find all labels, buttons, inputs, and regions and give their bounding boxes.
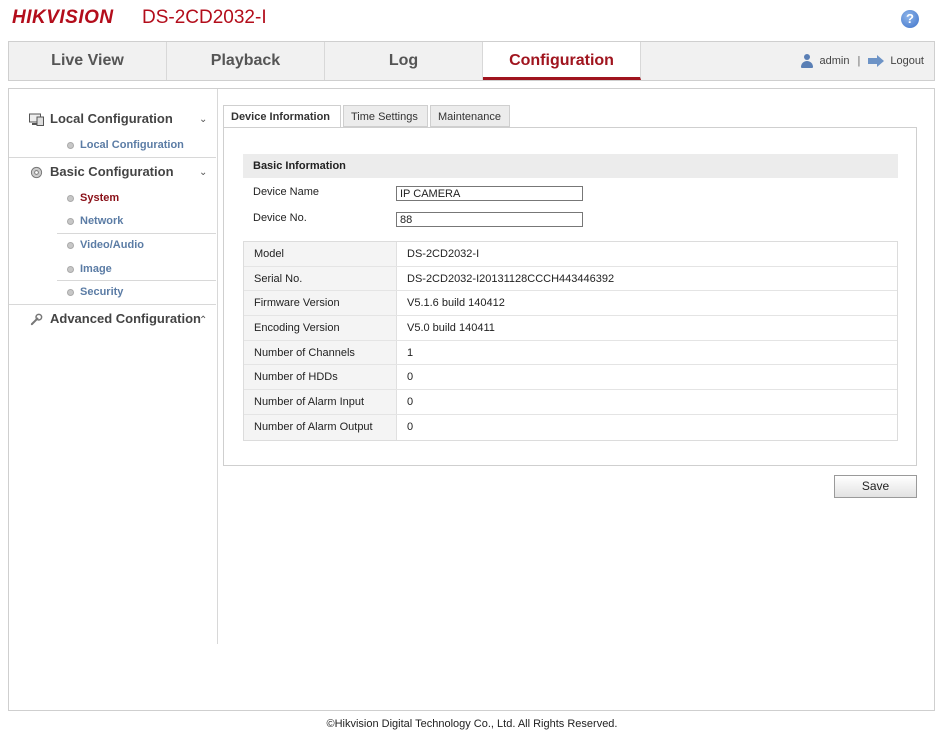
row-label: Number of Alarm Input (244, 390, 397, 414)
nav-tab-log[interactable]: Log (325, 42, 483, 80)
device-model-title: DS-2CD2032-I (142, 7, 267, 28)
table-row: Number of Channels 1 (244, 340, 897, 366)
row-label: Number of Alarm Output (244, 414, 397, 440)
row-value: 1 (407, 346, 414, 359)
table-row: Model DS-2CD2032-I (244, 242, 897, 267)
sidebar-item-label: Video/Audio (80, 239, 144, 251)
table-row: Serial No. DS-2CD2032-I20131128CCCH443446… (244, 266, 897, 292)
sidebar-item-network[interactable]: Network (67, 215, 123, 227)
sidebar-section-local-configuration[interactable]: Local Configuration (29, 111, 173, 127)
basic-information-heading: Basic Information (243, 154, 898, 178)
sidebar-section-basic-configuration[interactable]: Basic Configuration (29, 164, 174, 179)
sidebar-item-local-configuration[interactable]: Local Configuration (67, 139, 184, 151)
chevron-down-icon[interactable]: ⌄ (199, 114, 207, 125)
sidebar-item-image[interactable]: Image (67, 263, 112, 275)
divider (57, 233, 216, 234)
device-name-label: Device Name (253, 186, 320, 198)
logout-link[interactable]: Logout (890, 42, 924, 80)
user-separator: | (857, 55, 861, 68)
help-icon[interactable]: ? (901, 10, 919, 28)
user-box: admin | Logout (800, 42, 924, 80)
sidebar-item-label: Network (80, 215, 124, 227)
chevron-up-icon[interactable]: ⌃ (199, 315, 207, 326)
row-value: 0 (407, 420, 414, 433)
gear-icon (30, 166, 43, 179)
row-label: Number of HDDs (244, 365, 397, 390)
sidebar-section-label: Advanced Configuration (50, 311, 201, 326)
chevron-down-icon[interactable]: ⌄ (199, 167, 207, 178)
row-label: Model (244, 242, 397, 266)
tab-time-settings[interactable]: Time Settings (343, 105, 428, 127)
nav-tab-configuration[interactable]: Configuration (483, 42, 641, 80)
bullet-icon (67, 194, 74, 202)
logout-icon[interactable] (868, 55, 885, 68)
sidebar-item-security[interactable]: Security (67, 286, 123, 298)
divider (57, 280, 216, 281)
device-no-label: Device No. (253, 212, 307, 224)
sidebar-section-label: Local Configuration (50, 111, 173, 126)
bullet-icon (67, 288, 74, 296)
sidebar-item-label: Image (80, 263, 112, 275)
tab-device-information[interactable]: Device Information (223, 105, 341, 128)
row-value: DS-2CD2032-I (407, 248, 480, 260)
device-info-table: Model DS-2CD2032-I Serial No. DS-2CD2032-I… (243, 241, 898, 441)
row-value: V5.0 build 140411 (407, 322, 495, 335)
device-no-input[interactable] (396, 212, 583, 227)
sidebar-item-label: Security (80, 286, 124, 298)
table-row: Number of Alarm Input 0 (244, 390, 897, 415)
divider (9, 157, 216, 158)
table-row: Firmware Version V5.1.6 build 140412 (244, 291, 897, 317)
nav-tab-live-view[interactable]: Live View (9, 42, 167, 80)
sidebar-section-label: Basic Configuration (50, 164, 174, 179)
user-icon (800, 54, 814, 69)
hikvision-logo: HIKVISION (12, 7, 114, 28)
monitor-icon (29, 113, 44, 127)
row-value: V5.1.6 build 140412 (407, 297, 505, 310)
main-content: Local Configuration ⌄ Local Configuratio… (8, 88, 935, 711)
device-name-input[interactable] (396, 186, 583, 201)
sidebar-section-advanced-configuration[interactable]: Advanced Configuration (29, 311, 201, 326)
row-value: 0 (407, 396, 414, 409)
row-value: 0 (407, 371, 414, 384)
device-information-panel: Basic Information Device Name Device No.… (223, 127, 917, 466)
sidebar-item-video-audio[interactable]: Video/Audio (67, 239, 144, 251)
sidebar-item-label: Local Configuration (80, 139, 184, 151)
username: admin (819, 55, 850, 68)
row-label: Number of Channels (244, 340, 397, 365)
table-row: Encoding Version V5.0 build 140411 (244, 316, 897, 341)
sidebar-item-system[interactable]: System (67, 192, 119, 204)
wrench-icon (30, 313, 43, 326)
bullet-icon (67, 265, 74, 273)
top-bar: HIKVISION DS-2CD2032-I ? (0, 0, 944, 40)
table-row: Number of Alarm Output 0 (244, 414, 897, 440)
row-label: Encoding Version (244, 316, 397, 340)
footer-copyright: ©Hikvision Digital Technology Co., Ltd. … (326, 718, 618, 730)
bullet-icon (67, 241, 74, 249)
tab-maintenance[interactable]: Maintenance (430, 105, 510, 127)
main-nav: Live View Playback Log Configuration adm… (8, 41, 935, 81)
bullet-icon (67, 217, 74, 225)
table-row: Number of HDDs 0 (244, 365, 897, 391)
sidebar: Local Configuration ⌄ Local Configuratio… (9, 89, 218, 644)
divider (9, 304, 216, 305)
save-button[interactable]: Save (834, 475, 917, 498)
nav-tab-playback[interactable]: Playback (167, 42, 325, 80)
row-label: Serial No. (244, 266, 397, 291)
row-label: Firmware Version (244, 291, 397, 316)
bullet-icon (67, 141, 74, 149)
sidebar-item-label: System (80, 192, 120, 204)
row-value: DS-2CD2032-I20131128CCCH443446392 (407, 272, 615, 285)
